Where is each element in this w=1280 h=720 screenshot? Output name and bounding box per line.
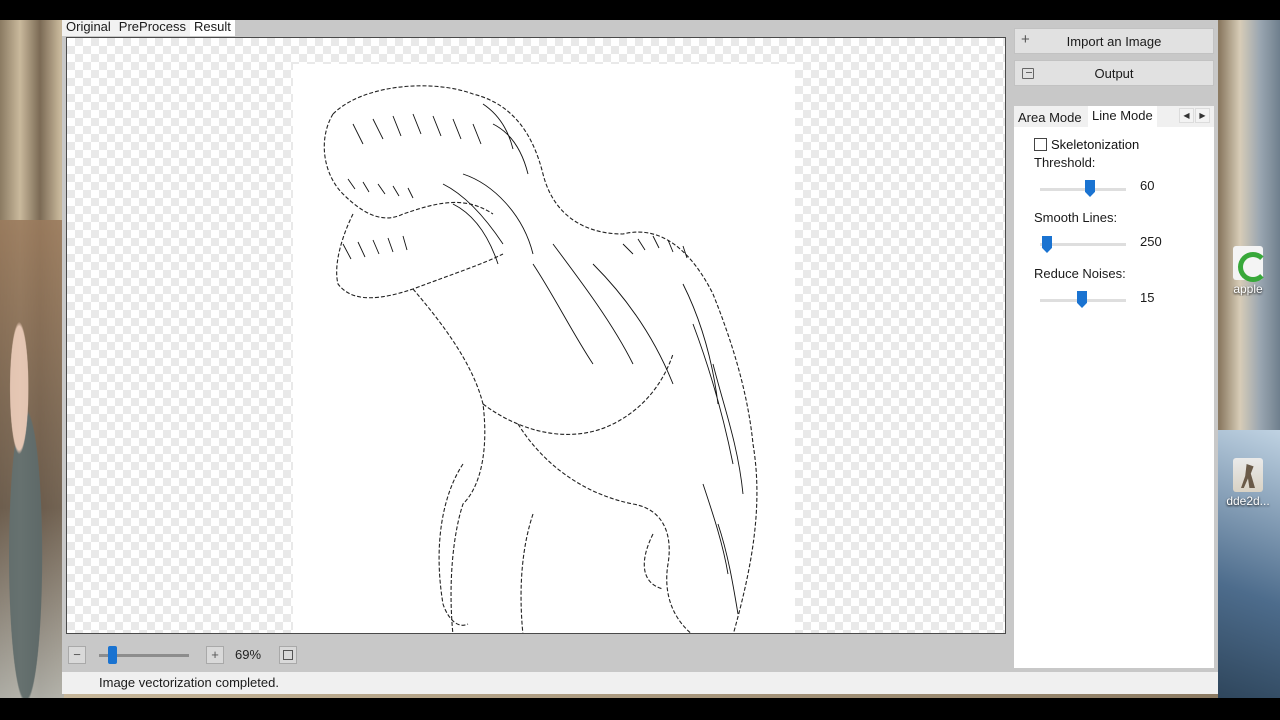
smooth-lines-value: 250	[1140, 234, 1162, 249]
import-image-label: Import an Image	[1066, 34, 1162, 49]
status-message: Image vectorization completed.	[99, 675, 279, 690]
zoom-in-button[interactable]: +	[206, 646, 224, 664]
output-label: Output	[1094, 66, 1134, 81]
skeletonization-checkbox[interactable]	[1034, 138, 1047, 151]
desktop-icon-apple[interactable]: apple	[1218, 246, 1278, 296]
tab-area-mode[interactable]: Area Mode	[1014, 108, 1086, 129]
wallpaper-painting-left	[0, 220, 64, 700]
threshold-slider-track[interactable]	[1040, 188, 1126, 191]
dinosaur-line-art	[323, 85, 758, 633]
browser-icon	[1233, 246, 1268, 282]
tab-line-mode[interactable]: Line Mode	[1088, 106, 1157, 127]
screen-top-bar	[0, 0, 1280, 20]
mode-settings-panel: Area Mode Line Mode ◀ ▶ Skeletonization …	[1014, 106, 1214, 668]
view-tabs: Original PreProcess Result	[62, 20, 235, 36]
screen-bottom-bar	[0, 698, 1280, 720]
smooth-lines-label: Smooth Lines:	[1034, 210, 1118, 225]
output-button[interactable]: Output	[1014, 60, 1214, 86]
tab-scroll-left-icon[interactable]: ◀	[1179, 108, 1194, 123]
desktop-icon-label: dde2d...	[1226, 494, 1270, 508]
reduce-noises-slider-thumb[interactable]	[1077, 291, 1087, 308]
desktop-icon-image-file[interactable]: dde2d...	[1218, 458, 1278, 508]
tab-preprocess[interactable]: PreProcess	[114, 20, 190, 36]
smooth-lines-slider-thumb[interactable]	[1042, 236, 1052, 253]
skeletonization-label: Skeletonization	[1051, 137, 1140, 152]
smooth-lines-slider-track[interactable]	[1040, 243, 1126, 246]
status-bar: Image vectorization completed.	[62, 672, 1218, 694]
zoom-bar: − + 69%	[62, 640, 1014, 670]
threshold-slider-thumb[interactable]	[1085, 180, 1095, 197]
reduce-noises-value: 15	[1140, 290, 1155, 305]
tab-original[interactable]: Original	[62, 20, 115, 36]
tab-scroll-right-icon[interactable]: ▶	[1195, 108, 1210, 123]
zoom-slider-thumb[interactable]	[108, 646, 117, 664]
reduce-noises-label: Reduce Noises:	[1034, 266, 1126, 281]
zoom-level: 69%	[235, 647, 262, 662]
threshold-label: Threshold:	[1034, 155, 1096, 170]
fullscreen-icon	[283, 650, 293, 660]
vectorizer-app-window: Original PreProcess Result − + 69% Image…	[62, 20, 1218, 694]
tab-result[interactable]: Result	[190, 20, 235, 36]
image-canvas[interactable]	[66, 37, 1006, 634]
desktop-icon-label: apple	[1233, 282, 1263, 296]
fit-to-screen-button[interactable]	[279, 646, 297, 664]
vectorized-result-image	[293, 64, 795, 633]
threshold-value: 60	[1140, 178, 1155, 193]
import-image-button[interactable]: + Import an Image	[1014, 28, 1214, 54]
dinosaur-thumbnail-icon	[1233, 458, 1263, 492]
mode-tabs: Area Mode Line Mode ◀ ▶	[1014, 106, 1214, 127]
zoom-out-button[interactable]: −	[68, 646, 86, 664]
